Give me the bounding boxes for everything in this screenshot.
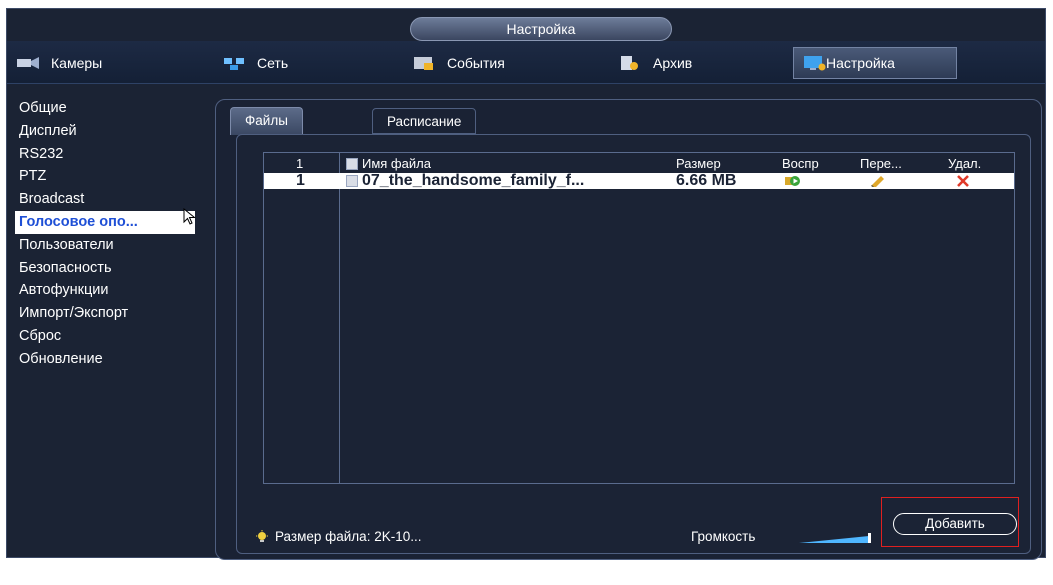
tab-network[interactable]: Сеть	[221, 51, 288, 75]
info-bulb-icon	[256, 529, 268, 542]
sidebar-item-import-export[interactable]: Импорт/Экспорт	[15, 302, 201, 325]
play-header: Воспр	[782, 156, 819, 171]
tab-settings-label: Настройка	[826, 55, 895, 71]
tab-cameras[interactable]: Камеры	[15, 51, 102, 75]
sidebar-item-general[interactable]: Общие	[15, 97, 201, 120]
highlight-box	[881, 497, 1019, 547]
file-table: 1 Имя файла Размер Воспр Пере... Удал. 1…	[263, 152, 1015, 484]
delete-icon[interactable]	[956, 175, 970, 187]
camera-icon	[17, 57, 39, 69]
size-header: Размер	[676, 156, 721, 171]
row-checkbox[interactable]	[346, 175, 358, 187]
mouse-cursor-icon	[183, 208, 196, 225]
sidebar-item-voice-prompt[interactable]: Голосовое опо...	[15, 210, 195, 234]
table-row[interactable]: 1 07_the_handsome_family_f... 6.66 MB	[264, 173, 1014, 189]
tab-cameras-label: Камеры	[51, 55, 103, 71]
tab-network-label: Сеть	[257, 55, 289, 71]
select-all-checkbox[interactable]	[346, 158, 358, 170]
filename-header: Имя файла	[362, 156, 431, 171]
table-header: 1 Имя файла Размер Воспр Пере... Удал.	[264, 157, 1014, 171]
sidebar-item-display[interactable]: Дисплей	[15, 120, 201, 143]
row-index: 1	[296, 172, 305, 189]
main-tab-bar: Камеры Сеть События Архив Настройка	[7, 41, 1045, 84]
settings-icon	[804, 56, 826, 71]
sidebar-item-rs232[interactable]: RS232	[15, 143, 201, 166]
archive-icon	[621, 56, 638, 70]
sidebar-item-users[interactable]: Пользователи	[15, 234, 201, 257]
file-size-info: Размер файла: 2K-10...	[255, 529, 421, 544]
sidebar-item-broadcast[interactable]: Broadcast	[15, 188, 201, 211]
sidebar-item-update[interactable]: Обновление	[15, 348, 201, 371]
window-title: Настройка	[410, 17, 672, 41]
sidebar-item-voice-prompt-label: Голосовое опо...	[19, 213, 138, 230]
tab-events-label: События	[447, 55, 505, 71]
edit-icon[interactable]	[870, 175, 886, 187]
sidebar-item-ptz[interactable]: PTZ	[15, 165, 201, 188]
volume-label: Громкость	[691, 529, 756, 544]
sidebar-item-reset[interactable]: Сброс	[15, 325, 201, 348]
index-header: 1	[296, 156, 304, 171]
file-size-text: Размер файла: 2K-10...	[275, 529, 422, 544]
tab-archive-label: Архив	[653, 55, 693, 71]
row-size: 6.66 MB	[676, 172, 737, 189]
tab-archive[interactable]: Архив	[617, 51, 692, 75]
events-icon	[414, 57, 433, 70]
row-filename: 07_the_handsome_family_f...	[362, 172, 585, 189]
delete-header: Удал.	[948, 156, 982, 171]
play-icon[interactable]	[784, 175, 802, 187]
tab-files[interactable]: Файлы	[230, 107, 303, 135]
tab-events[interactable]: События	[411, 51, 505, 75]
files-content: 1 Имя файла Размер Воспр Пере... Удал. 1…	[236, 134, 1031, 585]
sidebar-item-auto-functions[interactable]: Автофункции	[15, 279, 201, 302]
tab-settings[interactable]: Настройка	[793, 47, 957, 79]
rename-header: Пере...	[860, 156, 902, 171]
sidebar: Общие Дисплей RS232 PTZ Broadcast Голосо…	[15, 97, 201, 371]
sidebar-item-security[interactable]: Безопасность	[15, 257, 201, 280]
delete-button[interactable]: Удал.	[255, 563, 339, 585]
app-window: Настройка Камеры Сеть События Архив Наст…	[6, 8, 1046, 585]
settings-panel: Файлы Расписание 1 Имя файла Размер Восп…	[215, 99, 1042, 585]
network-icon	[224, 58, 244, 70]
tab-schedule[interactable]: Расписание	[372, 108, 477, 134]
